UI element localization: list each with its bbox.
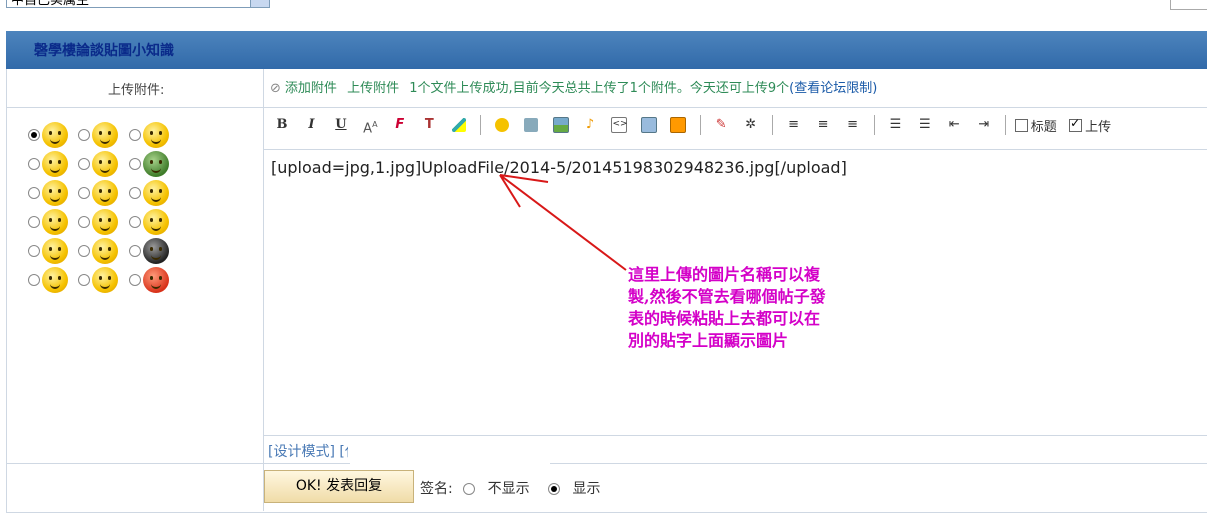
emoticon-row	[28, 238, 175, 267]
annotation-line: 表的時候粘貼上去都可以在	[628, 309, 821, 328]
annotation-line: 別的貼字上面顯示圖片	[628, 331, 789, 350]
emoticon-row	[28, 151, 175, 180]
annotation-arrow	[499, 174, 627, 271]
emoticon-radio[interactable]	[78, 274, 91, 286]
overlay-box	[350, 436, 550, 464]
surprised-emoticon-icon[interactable]	[142, 180, 169, 206]
emoticon-radio[interactable]	[28, 158, 40, 170]
emoticon-radio[interactable]	[78, 158, 91, 170]
emoticon-picker	[28, 122, 175, 296]
emoticon-row	[28, 180, 175, 209]
emoticon-radio[interactable]	[28, 274, 40, 286]
dark-emoticon-icon[interactable]	[142, 238, 169, 264]
tears-emoticon-icon[interactable]	[142, 209, 169, 235]
emoticon-radio[interactable]	[128, 274, 141, 286]
signature-show-label: 显示	[572, 481, 601, 497]
emoticon-row	[28, 267, 175, 296]
emoticon-radio[interactable]	[128, 245, 141, 257]
annotation-line: 製,然後不管去看哪個帖子發	[628, 287, 826, 306]
emoticon-radio[interactable]	[128, 158, 141, 170]
emoticon-radio[interactable]	[78, 216, 91, 228]
emoticon-row	[28, 122, 175, 151]
editor-mode-links[interactable]: [设计模式] [代	[268, 441, 348, 461]
nervous-emoticon-icon[interactable]	[92, 180, 119, 206]
emoticon-radio[interactable]	[78, 187, 91, 199]
frown-emoticon-icon[interactable]	[92, 209, 119, 235]
green-emoticon-icon[interactable]	[142, 151, 169, 177]
signature-label: 签名:	[420, 481, 453, 497]
grin-emoticon-icon[interactable]	[142, 122, 169, 148]
question-emoticon-icon[interactable]	[42, 209, 68, 235]
emoticon-radio[interactable]	[128, 129, 141, 141]
tongue-emoticon-icon[interactable]	[92, 151, 119, 177]
shock-emoticon-icon[interactable]	[42, 180, 68, 206]
emoticon-radio[interactable]	[28, 129, 40, 141]
love-emoticon-icon[interactable]	[42, 151, 68, 177]
cry-emoticon-icon[interactable]	[92, 122, 119, 148]
signature-show-radio[interactable]	[548, 483, 561, 495]
emoticon-radio[interactable]	[28, 187, 40, 199]
sad-emoticon-icon[interactable]	[42, 267, 68, 293]
angry-emoticon-icon[interactable]	[42, 238, 68, 264]
annotation-line: 這里上傳的圖片名稱可以複	[628, 265, 821, 284]
emoticon-radio[interactable]	[28, 216, 40, 228]
emoticon-radio[interactable]	[78, 245, 91, 257]
emoticon-radio[interactable]	[28, 245, 40, 257]
red-emoticon-icon[interactable]	[142, 267, 169, 293]
signature-options: 签名: 不显示 显示	[420, 478, 601, 498]
emoticon-radio[interactable]	[128, 216, 141, 228]
emoticon-row	[28, 209, 175, 238]
signature-hide-radio[interactable]	[463, 483, 476, 495]
emoticon-radio[interactable]	[78, 129, 91, 141]
emoticon-radio[interactable]	[128, 187, 141, 199]
submit-reply-button[interactable]: OK! 发表回复	[264, 470, 414, 503]
smile-emoticon-icon[interactable]	[42, 122, 68, 148]
signature-hide-label: 不显示	[487, 481, 530, 497]
hammer-emoticon-icon[interactable]	[92, 267, 119, 293]
wink-emoticon-icon[interactable]	[92, 238, 119, 264]
annotation-note: 這里上傳的圖片名稱可以複 製,然後不管去看哪個帖子發 表的時候粘貼上去都可以在 …	[628, 264, 898, 352]
